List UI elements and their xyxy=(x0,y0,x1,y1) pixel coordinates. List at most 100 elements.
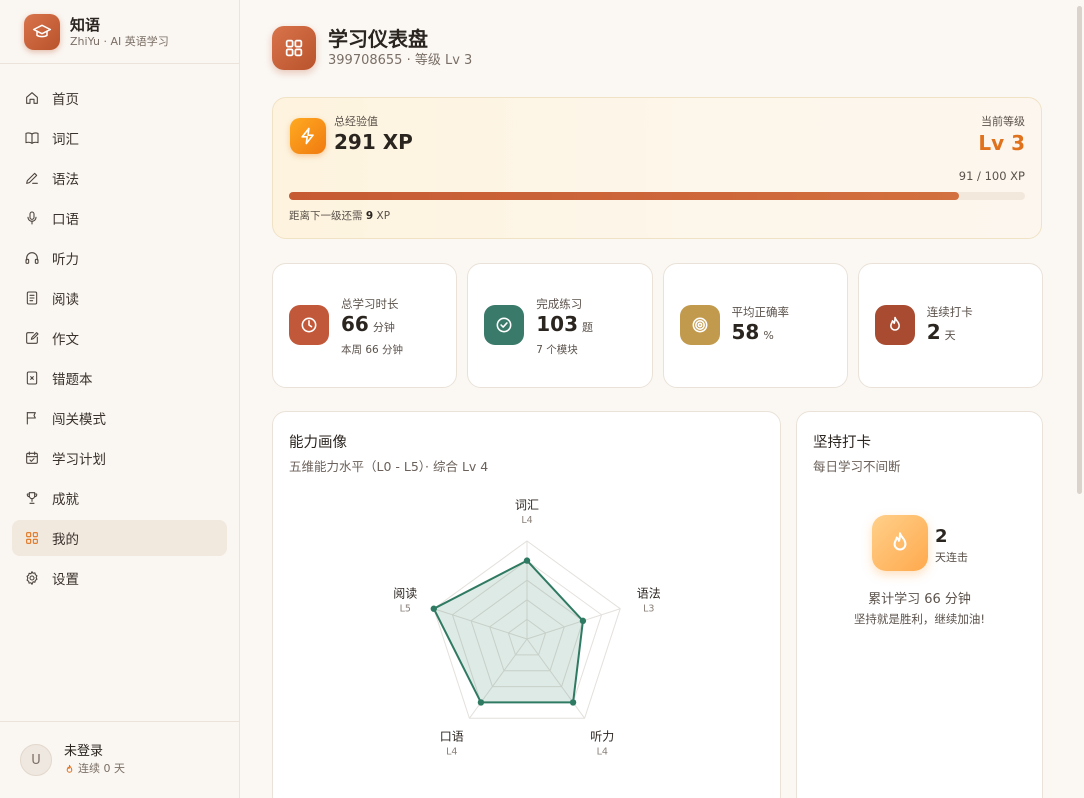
page-title: 学习仪表盘 xyxy=(328,27,428,51)
stat-unit: 分钟 xyxy=(372,321,395,334)
trophy-icon xyxy=(24,490,40,506)
flag-icon xyxy=(24,410,40,426)
radar-axis-label: 口语 xyxy=(440,730,464,744)
streak-message: 坚持就是胜利，继续加油! xyxy=(853,612,986,626)
stat-value: 58% xyxy=(732,320,774,344)
sidebar: 知语 ZhiYu · AI 英语学习 首页词汇语法口语听力阅读作文错题本闯关模式… xyxy=(0,0,240,798)
stat-card: 总学习时长 66 分钟本周 66 分钟 xyxy=(272,263,458,388)
stat-subtext: 7 个模块 xyxy=(536,344,578,356)
brand-name: 知语 xyxy=(70,15,101,34)
stat-value: 66 分钟 xyxy=(341,312,395,336)
sidebar-item-1[interactable]: 词汇 xyxy=(12,120,227,156)
scrollbar[interactable] xyxy=(1077,6,1082,494)
sidebar-item-label: 作文 xyxy=(52,332,79,348)
xp-progress-bar xyxy=(289,192,1025,200)
stat-label: 总学习时长 xyxy=(341,297,399,311)
headphones-icon xyxy=(24,250,40,266)
sidebar-item-label: 我的 xyxy=(52,532,79,548)
sidebar-item-label: 阅读 xyxy=(52,292,79,308)
user-streak-text: 连续 0 天 xyxy=(78,762,125,775)
xp-remaining: 距离下一级还需 9 XP xyxy=(289,208,390,223)
sidebar-item-label: 听力 xyxy=(52,252,79,268)
xp-progress-text: 91 / 100 XP xyxy=(958,169,1025,183)
radar-axis-level: L3 xyxy=(643,603,654,614)
page-header: 学习仪表盘 399708655 · 等级 Lv 3 xyxy=(272,26,472,70)
stat-subtext: 本周 66 分钟 xyxy=(341,344,404,356)
sidebar-item-8[interactable]: 闯关模式 xyxy=(12,400,227,436)
stat-label: 平均正确率 xyxy=(731,305,790,319)
check-circle-icon xyxy=(484,305,525,345)
page-subtitle: 399708655 · 等级 Lv 3 xyxy=(328,53,473,68)
book-icon xyxy=(24,130,40,146)
sidebar-item-6[interactable]: 作文 xyxy=(12,320,227,356)
xp-card: 总经验值 291 XP 当前等级 Lv 3 91 / 100 XP 距离下一级还… xyxy=(272,97,1042,239)
level-label: 当前等级 xyxy=(981,115,1025,128)
streak-total: 累计学习 66 分钟 xyxy=(868,592,971,607)
xp-progress-fill xyxy=(289,192,959,200)
stat-value: 2天 xyxy=(927,320,956,344)
stat-number: 2 xyxy=(926,320,941,344)
avatar[interactable]: U xyxy=(20,744,52,776)
sidebar-item-label: 口语 xyxy=(52,212,79,228)
mistake-book-icon xyxy=(24,370,40,386)
stat-number: 103 xyxy=(536,312,578,336)
clock-icon xyxy=(289,305,329,345)
radar-axis-label: 阅读 xyxy=(393,586,417,600)
dashboard-icon xyxy=(272,26,316,70)
user-streak: 连续 0 天 xyxy=(64,762,125,776)
brand[interactable]: 知语 ZhiYu · AI 英语学习 xyxy=(24,14,169,50)
sidebar-item-7[interactable]: 错题本 xyxy=(12,360,227,396)
edit-icon xyxy=(24,330,40,346)
sidebar-item-2[interactable]: 语法 xyxy=(12,160,227,196)
sidebar-item-5[interactable]: 阅读 xyxy=(12,280,227,316)
flame-icon xyxy=(66,764,73,773)
divider xyxy=(0,63,239,64)
streak-title: 坚持打卡 xyxy=(813,435,871,451)
stat-value: 103 题 xyxy=(536,312,593,336)
stat-unit: % xyxy=(763,329,774,342)
radar-data-point xyxy=(579,617,587,625)
streak-count: 2 xyxy=(935,526,948,547)
sidebar-nav: 首页词汇语法口语听力阅读作文错题本闯关模式学习计划成就我的设置 xyxy=(12,80,227,600)
brand-subtitle: ZhiYu · AI 英语学习 xyxy=(70,34,169,48)
sidebar-item-label: 闯关模式 xyxy=(52,412,106,428)
radar-axis-level: L4 xyxy=(521,515,532,526)
calendar-icon xyxy=(24,450,40,466)
ability-radar-card: 能力画像 五维能力水平（L0 - L5）· 综合 Lv 4 词汇 L4 语法 L3 听力… xyxy=(272,411,781,798)
mic-icon xyxy=(24,210,40,226)
stat-unit: 题 xyxy=(582,321,593,334)
radar-chart: 词汇 L4 语法 L3 听力 L4 口语 L4 阅读 L5 xyxy=(393,498,660,758)
radar-axis-level: L4 xyxy=(446,747,457,758)
user-profile[interactable]: U 未登录 连续 0 天 xyxy=(20,744,125,776)
radar-data-area xyxy=(432,559,584,704)
sidebar-item-10[interactable]: 成就 xyxy=(12,480,227,516)
stat-card: 完成练习 103 题 7 个模块 xyxy=(467,263,653,388)
sidebar-item-3[interactable]: 口语 xyxy=(12,200,227,236)
radar-axis-level: L5 xyxy=(400,603,411,614)
xp-remaining-suffix: XP xyxy=(376,210,391,222)
sidebar-item-label: 学习计划 xyxy=(52,452,106,468)
stat-cards: 总学习时长 66 分钟 本周 66 分钟 完成练习 103 题 7 个模块 平均正确率 58% 连续… xyxy=(272,263,1043,388)
xp-remaining-value: 9 xyxy=(365,210,374,222)
sidebar-item-4[interactable]: 听力 xyxy=(12,240,227,276)
radar-axis-level: L4 xyxy=(597,747,608,758)
sidebar-item-0[interactable]: 首页 xyxy=(12,80,227,116)
sidebar-item-9[interactable]: 学习计划 xyxy=(12,440,227,476)
user-name: 未登录 xyxy=(64,744,104,759)
lightning-icon xyxy=(290,118,326,154)
radar-data-point xyxy=(430,605,437,612)
stat-number: 58 xyxy=(731,320,760,344)
sidebar-item-label: 语法 xyxy=(52,172,79,188)
xp-value: 291 XP xyxy=(334,130,413,154)
radar-axis-label: 听力 xyxy=(590,730,614,744)
stat-label: 连续打卡 xyxy=(926,305,973,319)
stat-card: 连续打卡 2 天 xyxy=(857,263,1043,388)
sidebar-item-12[interactable]: 设置 xyxy=(12,560,227,596)
xp-remaining-prefix: 距离下一级还需 xyxy=(289,210,363,222)
home-icon xyxy=(24,90,40,106)
stat-unit: 天 xyxy=(944,329,956,342)
stat-number: 66 xyxy=(341,312,369,336)
streak-count-label: 天连击 xyxy=(935,551,968,564)
pencil-icon xyxy=(24,170,40,186)
sidebar-item-11[interactable]: 我的 xyxy=(12,520,227,556)
